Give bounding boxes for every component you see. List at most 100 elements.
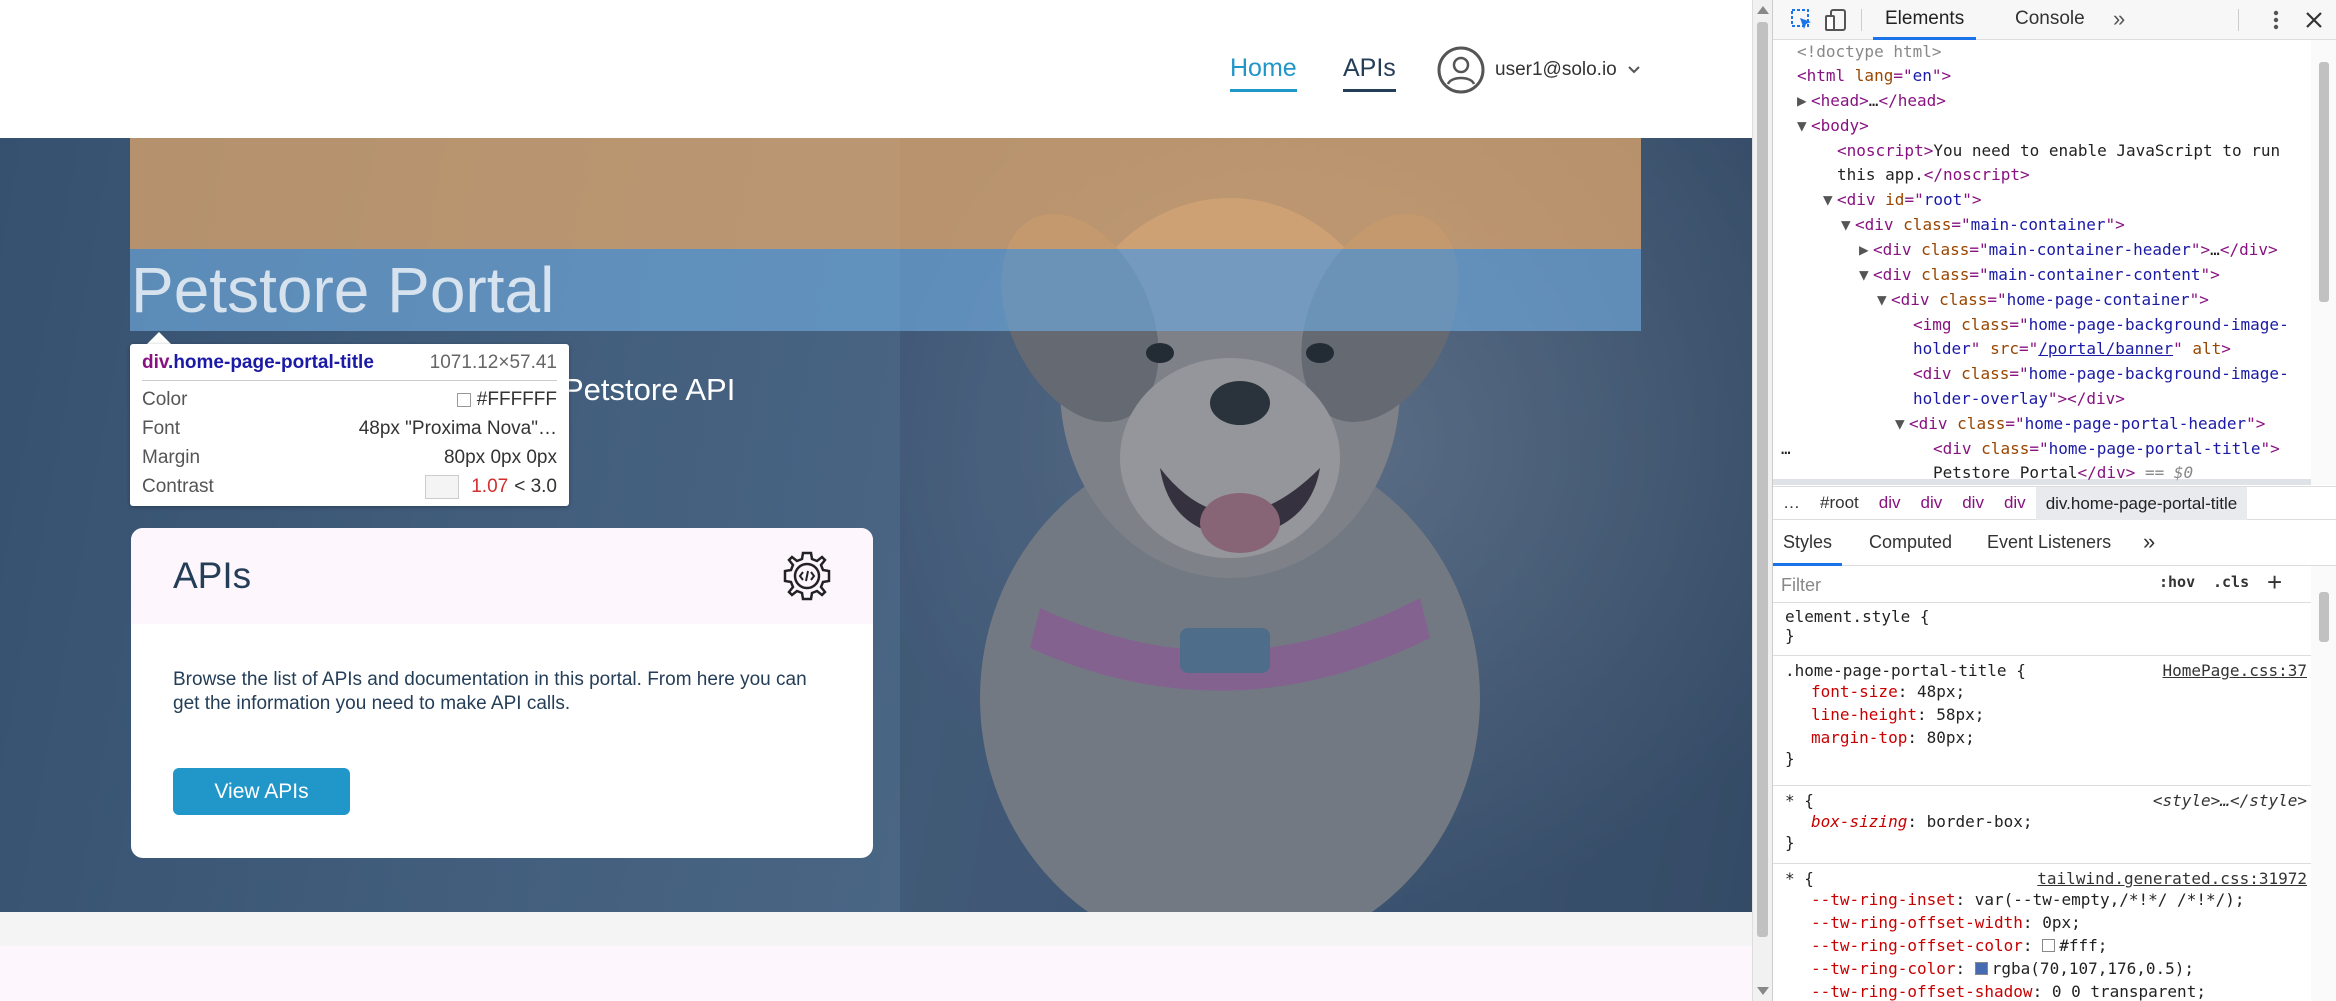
tab-styles[interactable]: Styles [1773,520,1843,566]
new-rule-icon[interactable]: + [2267,567,2282,598]
dom-noscript-cont[interactable]: this app.</noscript> [1837,165,2030,184]
portal-title: Petstore Portal [131,254,555,326]
tooltip-header: div.home-page-portal-title 1071.12×57.41 [142,352,557,381]
page-scroll-thumb[interactable] [1757,22,1768,937]
rule-divider [1773,785,2311,786]
dom-body[interactable]: ▼ <body> [1797,116,1869,135]
tooltip-element-name: div.home-page-portal-title [142,352,374,373]
dom-overlay-cont[interactable]: holder-overlay"></div> [1913,389,2125,408]
toolbar-divider [2238,9,2239,31]
scroll-down-icon[interactable] [1757,987,1769,995]
tab-elements[interactable]: Elements [1873,0,1977,40]
dom-root[interactable]: ▼ <div id="root"> [1823,190,1982,209]
color-swatch-icon[interactable] [1974,962,1988,975]
style-property: box-sizing: border-box; [1811,812,2033,831]
footer-strip [0,912,1752,946]
dom-html[interactable]: <html lang="en"> [1797,66,1951,85]
dom-portal-title[interactable]: <div class="home-page-portal-title"> [1933,439,2280,458]
rule-divider [1773,863,2311,864]
tooltip-row-contrast: Contrast 1.07 < 3.0 [142,474,557,499]
margin-highlight [130,138,1641,249]
dom-img-cont[interactable]: holder" src="/portal/banner" alt> [1913,339,2231,358]
contrast-sample-icon [425,474,460,499]
gear-code-icon [783,551,831,601]
styles-filter-input[interactable] [1781,571,2121,599]
source-link[interactable]: tailwind.generated.css:31972 [2037,869,2307,888]
styles-scroll-thumb[interactable] [2319,592,2329,642]
dom-portal-title-text[interactable]: Petstore Portal</div> == $0 [1933,463,2193,482]
dom-main-header[interactable]: ▶ <div class="main-container-header">…</d… [1859,240,2278,259]
cls-button[interactable]: .cls [2213,573,2249,591]
breadcrumb-div[interactable]: div [1910,493,1952,513]
user-name: user1@solo.io [1495,59,1617,80]
breadcrumb-div[interactable]: div [1994,493,2036,513]
api-card-description: Browse the list of APIs and documentatio… [173,669,807,714]
tab-console[interactable]: Console [2015,0,2085,40]
breadcrumb-portal-title[interactable]: div.home-page-portal-title [2035,486,2248,520]
tab-event-listeners[interactable]: Event Listeners [1987,520,2111,566]
device-toolbar-icon[interactable] [1823,7,1849,33]
style-property: --tw-ring-offset-width: 0px; [1811,913,2081,932]
more-style-tabs-icon[interactable]: » [2143,520,2155,566]
dom-img[interactable]: <img class="home-page-background-image- [1913,315,2289,334]
styles-filter-bar: :hov .cls + [1773,567,2336,603]
dom-breadcrumb: … #root div div div div div.home-page-po… [1773,486,2336,520]
dom-tree-scrollbar[interactable] [2311,40,2336,485]
style-property: margin-top: 80px; [1811,728,1975,747]
style-property: --tw-ring-offset-shadow: 0 0 transparent… [1811,982,2206,1001]
color-swatch-icon[interactable] [2042,939,2056,952]
tooltip-row-margin: Margin 80px 0px 0px [142,446,557,468]
kebab-menu-icon[interactable] [2263,7,2289,33]
footer-area [0,946,1752,1001]
dom-doctype[interactable]: <!doctype html> [1797,42,1942,61]
styles-pane: element.style { } .home-page-portal-titl… [1773,603,2311,1001]
nav-home-link[interactable]: Home [1230,54,1297,92]
web-page: Home APIs user1@solo.io Petstore Portal … [0,0,1752,1001]
dom-ellipsis[interactable]: … [1781,439,1791,458]
style-rule-portal-title[interactable]: .home-page-portal-title { HomePage.css:3… [1785,661,2307,768]
user-menu[interactable]: user1@solo.io [1437,45,1641,95]
api-card: APIs Browse the list of APIs and documen… [131,528,873,858]
breadcrumb-div[interactable]: div [1869,493,1911,513]
devtools-toolbar: Elements Console » [1773,0,2336,40]
hov-button[interactable]: :hov [2159,573,2195,591]
more-tabs-icon[interactable]: » [2113,6,2125,32]
style-property: font-size: 48px; [1811,682,1966,701]
view-apis-button[interactable]: View APIs [173,768,350,815]
styles-tabbar: Styles Computed Event Listeners » [1773,520,2336,566]
dom-noscript[interactable]: <noscript>You need to enable JavaScript … [1837,141,2280,160]
dom-main-content[interactable]: ▼ <div class="main-container-content"> [1859,265,2220,284]
style-rule-tailwind[interactable]: * { tailwind.generated.css:31972 --tw-ri… [1785,869,2307,1001]
dom-home-container[interactable]: ▼ <div class="home-page-container"> [1877,290,2209,309]
breadcrumb-div[interactable]: div [1952,493,1994,513]
toolbar-divider [1861,9,1862,31]
scroll-up-icon[interactable] [1757,6,1769,14]
close-icon[interactable] [2301,7,2327,33]
tooltip-row-font: Font 48px "Proxima Nova"… [142,417,557,439]
source-link[interactable]: <style>…</style> [2153,791,2307,810]
dom-overlay[interactable]: <div class="home-page-background-image- [1913,364,2289,383]
tab-computed[interactable]: Computed [1869,520,1952,566]
site-header: Home APIs user1@solo.io [0,0,1752,138]
breadcrumb-ellipsis[interactable]: … [1773,493,1810,513]
dom-tree: <!doctype html> <html lang="en"> ▶ <head>… [1773,40,2311,485]
style-property: line-height: 58px; [1811,705,1985,724]
style-rule-universal[interactable]: * { <style>…</style> box-sizing: border-… [1785,791,2307,852]
style-property: --tw-ring-color: rgba(70,107,176,0.5); [1811,959,2195,978]
style-rule-element[interactable]: element.style { } [1785,607,2307,645]
portal-subtitle: Petstore API [563,372,736,407]
dom-scroll-thumb[interactable] [2319,62,2329,302]
nav-apis-link[interactable]: APIs [1343,54,1396,92]
dom-portal-header[interactable]: ▼ <div class="home-page-portal-header"> [1895,414,2265,433]
api-card-header: APIs [131,528,873,624]
styles-scrollbar[interactable] [2311,566,2336,1001]
inspector-tooltip: div.home-page-portal-title 1071.12×57.41… [130,344,569,506]
source-link[interactable]: HomePage.css:37 [2163,661,2308,680]
page-scrollbar[interactable] [1752,0,1772,1001]
breadcrumb-root[interactable]: #root [1810,493,1869,513]
dom-head[interactable]: ▶ <head>…</head> [1797,91,1946,110]
rule-divider [1773,655,2311,656]
devtools-panel: Elements Console » <!doctype html> <html… [1772,0,2336,1001]
inspect-element-icon[interactable] [1789,7,1815,33]
dom-main-container[interactable]: ▼ <div class="main-container"> [1841,215,2125,234]
